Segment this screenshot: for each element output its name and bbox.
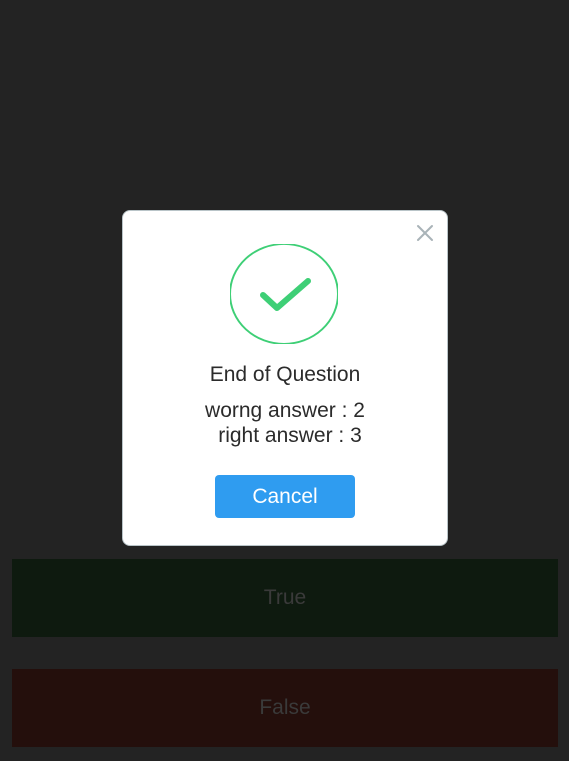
close-icon[interactable] [415,223,435,243]
check-circle-icon [229,243,339,345]
dialog-title: End of Question [209,363,361,386]
modal-overlay: End of Question worng answer : 2 right a… [0,0,569,761]
wrong-answer-count: worng answer : 2 [205,399,365,422]
result-dialog: End of Question worng answer : 2 right a… [122,210,448,546]
cancel-button[interactable]: Cancel [215,475,355,518]
right-answer-count: right answer : 3 [218,424,362,447]
